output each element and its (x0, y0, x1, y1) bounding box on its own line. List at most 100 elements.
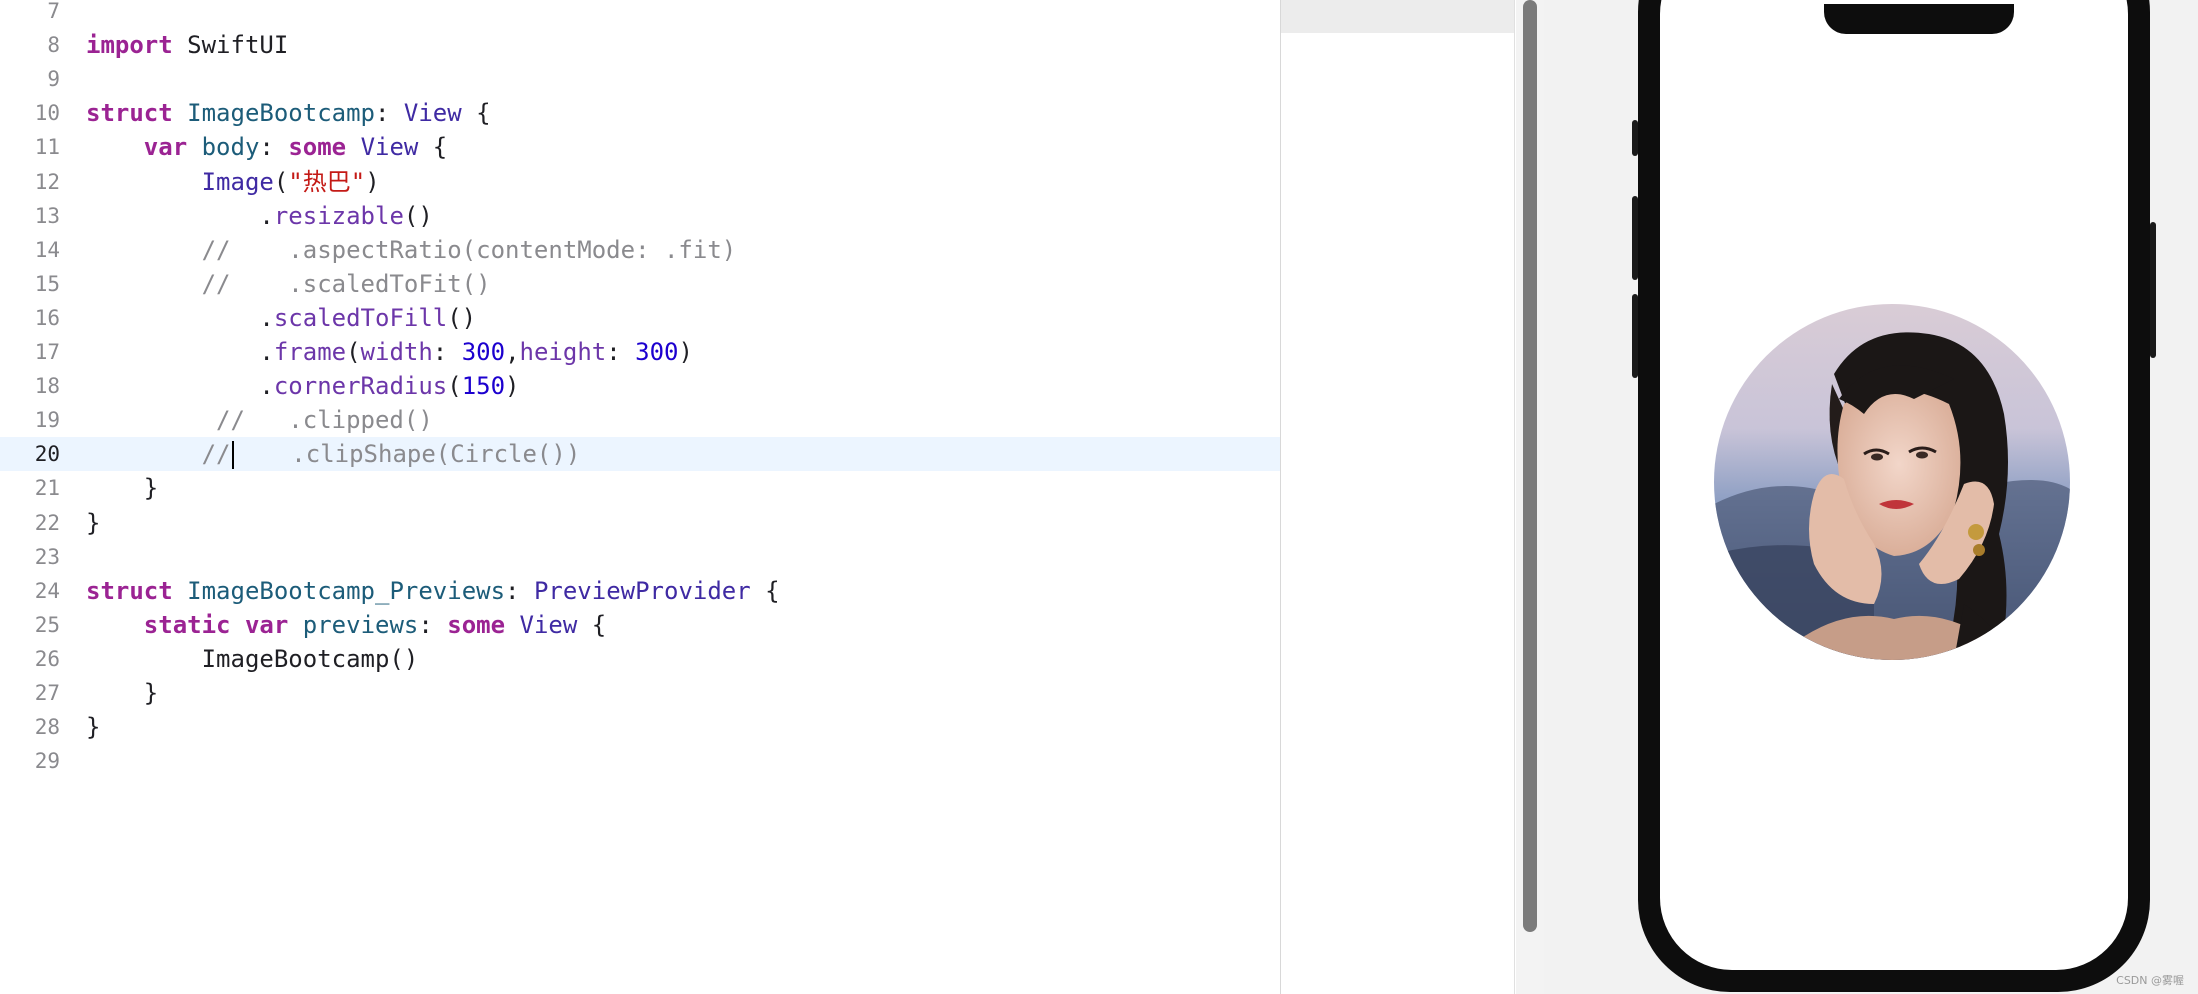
code-text: // .scaledToFit() (86, 267, 491, 301)
line-number: 23 (34, 544, 60, 569)
code-line[interactable]: 23 (0, 540, 1280, 574)
code-token: : (259, 133, 289, 162)
code-token: } (86, 508, 101, 537)
code-line[interactable]: 28} (0, 710, 1280, 744)
code-text: ImageBootcamp() (86, 642, 419, 676)
code-token: // .scaledToFit() (86, 269, 491, 298)
code-line[interactable]: 14 // .aspectRatio(contentMode: .fit) (0, 233, 1280, 267)
code-text: .resizable() (86, 199, 432, 233)
code-text: } (86, 676, 158, 710)
line-number: 8 (47, 33, 60, 58)
line-number: 22 (34, 510, 60, 535)
code-token: struct (86, 99, 173, 128)
code-token: { (418, 133, 448, 162)
volume-up-button (1632, 196, 1638, 280)
current-code-line[interactable]: 20 // .clipShape(Circle()) (0, 437, 1280, 472)
line-number: 11 (34, 135, 60, 160)
code-token: import (86, 31, 173, 60)
code-line[interactable]: 11 var body: some View { (0, 130, 1280, 164)
code-token: resizable (273, 201, 404, 230)
code-token: ) (365, 167, 380, 196)
code-token: 150 (461, 372, 506, 401)
code-line[interactable]: 16 .scaledToFill() (0, 301, 1280, 335)
line-number: 20 (34, 442, 60, 467)
code-token: PreviewProvider (533, 576, 751, 605)
line-number: 15 (34, 271, 60, 296)
code-token: 300 (461, 338, 506, 366)
dynamic-island (1824, 4, 2014, 34)
code-line[interactable]: 8 import SwiftUI (0, 28, 1280, 62)
code-text: // .clipShape(Circle()) (86, 437, 580, 471)
code-line[interactable]: 29 (0, 744, 1280, 778)
line-number: 14 (34, 237, 60, 262)
code-line[interactable]: 15 // .scaledToFit() (0, 267, 1280, 301)
code-line[interactable]: 25 static var previews: some View { (0, 608, 1280, 642)
line-number: 26 (34, 646, 60, 671)
code-token: ImageBootcamp() (86, 644, 419, 673)
code-line[interactable]: 12 Image("热巴") (0, 165, 1280, 199)
code-token: struct (86, 576, 173, 605)
code-line[interactable]: 19 // .clipped() (0, 403, 1280, 437)
minimap-header (1281, 0, 1515, 33)
code-token: View (403, 99, 462, 128)
line-number: 13 (34, 203, 60, 228)
code-token: ImageBootcamp (187, 99, 375, 128)
code-token: Image (201, 167, 274, 196)
code-line[interactable]: 24 struct ImageBootcamp_Previews: Preview… (0, 574, 1280, 608)
side-button (2150, 222, 2156, 358)
code-line[interactable]: 27 } (0, 676, 1280, 710)
code-token: . (86, 338, 274, 366)
code-token: ) (505, 372, 520, 401)
code-line[interactable]: 13 .resizable() (0, 199, 1280, 233)
line-number: 16 (34, 305, 60, 330)
vertical-scrollbar[interactable] (1516, 0, 1544, 994)
code-token: } (86, 679, 159, 707)
code-token: cornerRadius (273, 372, 448, 401)
line-number: 24 (34, 578, 60, 603)
code-token: frame (273, 338, 347, 366)
code-line[interactable]: 9 (0, 62, 1280, 96)
code-line[interactable]: 17 .frame(width: 300,height: 300) (0, 335, 1280, 369)
code-token: body (201, 133, 260, 162)
code-token: } (86, 474, 159, 503)
code-token: "热巴" (288, 167, 366, 196)
code-line[interactable]: 18 .cornerRadius(150) (0, 369, 1280, 403)
code-line[interactable]: 10 struct ImageBootcamp: View { (0, 96, 1280, 130)
code-token: : (432, 338, 462, 366)
line-number: 27 (34, 681, 60, 705)
code-token: } (86, 713, 101, 742)
code-line[interactable]: 7 (0, 0, 1280, 28)
code-token: ( (447, 372, 462, 401)
code-token: , (505, 338, 520, 366)
code-token: ( (346, 338, 361, 366)
code-token: : (418, 610, 448, 639)
code-line[interactable]: 21 } (0, 471, 1280, 505)
line-number: 19 (34, 408, 60, 433)
code-editor[interactable]: 7 8 import SwiftUI 9 10 struct ImageBootcamp:… (0, 0, 1280, 994)
line-number: 18 (34, 374, 60, 399)
code-token: scaledToFill (273, 303, 448, 332)
code-token: width (360, 338, 433, 366)
code-text: .scaledToFill() (86, 301, 476, 335)
code-text: Image("热巴") (86, 165, 380, 199)
code-token: ImageBootcamp_Previews (187, 576, 506, 605)
code-token: SwiftUI (172, 31, 289, 60)
code-token: // .clipped() (86, 406, 433, 435)
code-line[interactable]: 22} (0, 506, 1280, 540)
code-token: // (86, 440, 231, 469)
code-line[interactable]: 26 ImageBootcamp() (0, 642, 1280, 676)
code-text: // .aspectRatio(contentMode: .fit) (86, 233, 737, 267)
code-token: // .aspectRatio(contentMode: .fit) (86, 235, 737, 264)
line-number: 9 (47, 67, 60, 92)
code-token: { (577, 610, 607, 639)
scrollbar-thumb[interactable] (1523, 0, 1537, 932)
line-number: 10 (34, 101, 60, 126)
